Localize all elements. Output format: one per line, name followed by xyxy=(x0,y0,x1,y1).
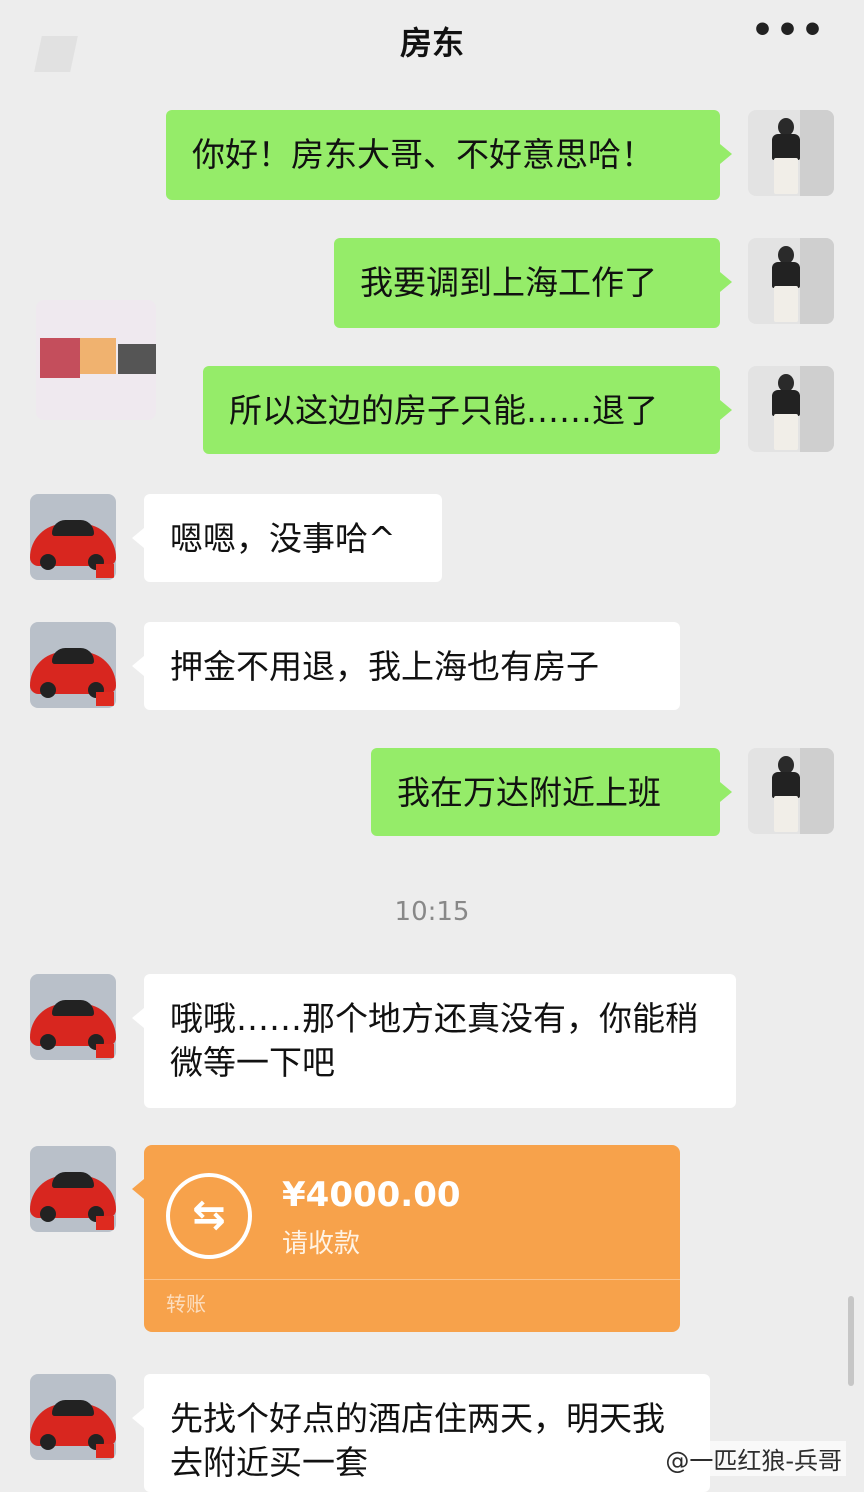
transfer-amount: ¥4000.00 xyxy=(282,1175,461,1215)
landlord-avatar[interactable] xyxy=(30,622,116,708)
message-bubble-me[interactable]: 所以这边的房子只能……退了 xyxy=(203,366,732,454)
my-avatar[interactable] xyxy=(748,110,834,196)
message-bubble-me[interactable]: 你好！房东大哥、不好意思哈！ xyxy=(166,110,732,200)
message-bubble-landlord[interactable]: 哦哦……那个地方还真没有，你能稍微等一下吧 xyxy=(132,974,736,1108)
landlord-avatar[interactable] xyxy=(30,1146,116,1232)
my-avatar[interactable] xyxy=(748,366,834,452)
my-avatar[interactable] xyxy=(748,748,834,834)
message-bubble-me[interactable]: 我要调到上海工作了 xyxy=(334,238,732,328)
landlord-avatar[interactable] xyxy=(30,1374,116,1460)
transfer-status: 请收款 xyxy=(282,1229,361,1259)
message-bubble-landlord[interactable]: 先找个好点的酒店住两天，明天我去附近买一套 xyxy=(132,1374,710,1492)
transfer-divider xyxy=(144,1279,680,1280)
scrollbar[interactable] xyxy=(848,1296,854,1386)
transfer-arrows-icon: ⇆ xyxy=(166,1173,252,1259)
my-avatar[interactable] xyxy=(748,238,834,324)
message-bubble-me[interactable]: 我在万达附近上班 xyxy=(371,748,732,836)
chat-title: 房东 xyxy=(399,24,464,62)
landlord-avatar[interactable] xyxy=(30,974,116,1060)
transfer-card[interactable]: ⇆ ¥4000.00 请收款 转账 xyxy=(132,1145,680,1332)
transfer-footer: 转账 xyxy=(166,1292,206,1316)
chat-timestamp: 10:15 xyxy=(394,897,470,927)
watermark: @一匹红狼-兵哥 xyxy=(661,1441,846,1476)
message-bubble-landlord[interactable]: 嗯嗯，没事哈^ xyxy=(132,494,442,582)
chat-header: 房东 ••• xyxy=(0,0,864,78)
blurred-sticker xyxy=(36,300,156,420)
more-options-icon[interactable]: ••• xyxy=(751,10,826,51)
message-bubble-landlord[interactable]: 押金不用退，我上海也有房子 xyxy=(132,622,680,710)
landlord-avatar[interactable] xyxy=(30,494,116,580)
